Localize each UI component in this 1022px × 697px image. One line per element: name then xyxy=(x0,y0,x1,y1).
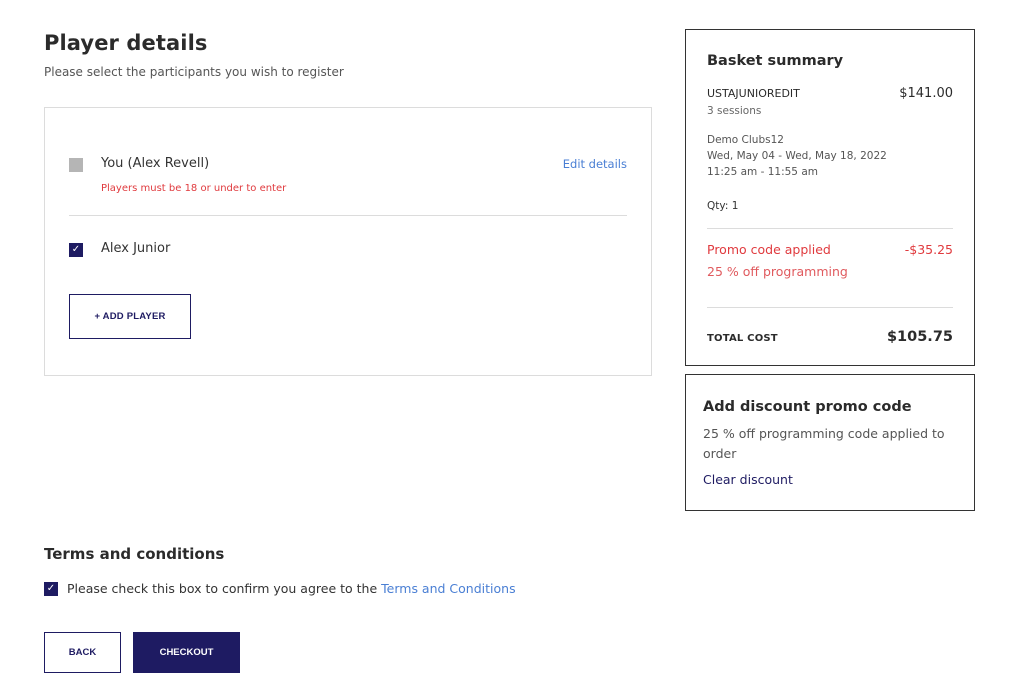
terms-title: Terms and conditions xyxy=(44,545,225,563)
checkmark-icon: ✓ xyxy=(71,244,81,255)
row-divider xyxy=(69,215,627,216)
total-cost-value: $105.75 xyxy=(886,329,953,345)
promo-amount: -$35.25 xyxy=(904,242,953,257)
basket-dates: Wed, May 04 - Wed, May 18, 2022 xyxy=(707,150,887,162)
player-eligibility-error: Players must be 18 or under to enter xyxy=(101,183,287,194)
edit-details-link[interactable]: Edit details xyxy=(563,157,627,171)
player-checkbox-you[interactable] xyxy=(69,158,83,172)
basket-item-price: $141.00 xyxy=(899,86,953,101)
players-panel: You (Alex Revell) Players must be 18 or … xyxy=(44,107,652,376)
basket-qty: Qty: 1 xyxy=(707,200,739,212)
terms-statement: Please check this box to confirm you agr… xyxy=(67,581,382,596)
basket-sessions: 3 sessions xyxy=(707,105,762,117)
basket-title: Basket summary xyxy=(707,53,844,69)
terms-checkbox[interactable]: ✓ xyxy=(44,582,58,596)
player-checkbox-alex-junior[interactable]: ✓ xyxy=(69,243,83,257)
promo-label: Promo code applied xyxy=(707,242,831,257)
total-cost-label: TOTAL COST xyxy=(707,333,778,344)
back-button[interactable]: BACK xyxy=(44,632,121,673)
discount-panel: Add discount promo code 25 % off program… xyxy=(685,374,975,511)
checkout-button[interactable]: CHECKOUT xyxy=(133,632,240,673)
clear-discount-link[interactable]: Clear discount xyxy=(703,472,793,487)
discount-title: Add discount promo code xyxy=(703,399,912,415)
discount-description: 25 % off programming code applied to ord… xyxy=(703,426,945,461)
page-title: Player details xyxy=(44,31,208,55)
basket-item-code: USTAJUNIOREDIT xyxy=(707,87,800,100)
basket-divider xyxy=(707,228,953,229)
player-name: Alex Junior xyxy=(101,241,171,256)
promo-description: 25 % off programming xyxy=(707,264,848,279)
checkmark-icon: ✓ xyxy=(46,583,56,594)
basket-summary: Basket summary USTAJUNIOREDIT $141.00 3 … xyxy=(685,29,975,366)
page-subtitle: Please select the participants you wish … xyxy=(44,65,344,79)
terms-link[interactable]: Terms and Conditions xyxy=(381,581,515,596)
terms-text: Please check this box to confirm you agr… xyxy=(67,581,516,596)
add-player-button[interactable]: + ADD PLAYER xyxy=(69,294,191,339)
basket-club: Demo Clubs12 xyxy=(707,134,784,146)
basket-time: 11:25 am - 11:55 am xyxy=(707,166,818,178)
basket-divider xyxy=(707,307,953,308)
player-name: You (Alex Revell) xyxy=(101,156,210,171)
